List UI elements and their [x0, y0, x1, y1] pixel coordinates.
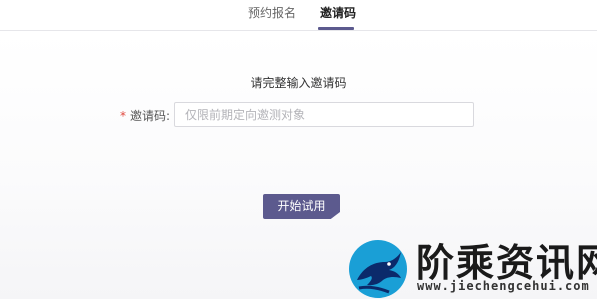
invite-code-label-text: 邀请码: [130, 109, 171, 123]
required-mark: * [120, 109, 126, 123]
start-trial-button[interactable]: 开始试用 [263, 194, 340, 219]
watermark: 阶乘资讯网 www.jiechengcehui.com [343, 238, 597, 299]
invite-code-input[interactable] [174, 102, 474, 127]
tab-invite-code[interactable]: 邀请码 [320, 6, 356, 20]
active-tab-indicator [318, 27, 354, 30]
form-title: 请完整输入邀请码 [250, 76, 347, 90]
invite-code-label: * 邀请码: [120, 109, 170, 123]
tab-bar: 预约报名 邀请码 [0, 0, 597, 31]
watermark-url: www.jiechengcehui.com [417, 279, 590, 293]
tab-reservation[interactable]: 预约报名 [248, 6, 296, 20]
eagle-logo-icon [349, 240, 407, 298]
